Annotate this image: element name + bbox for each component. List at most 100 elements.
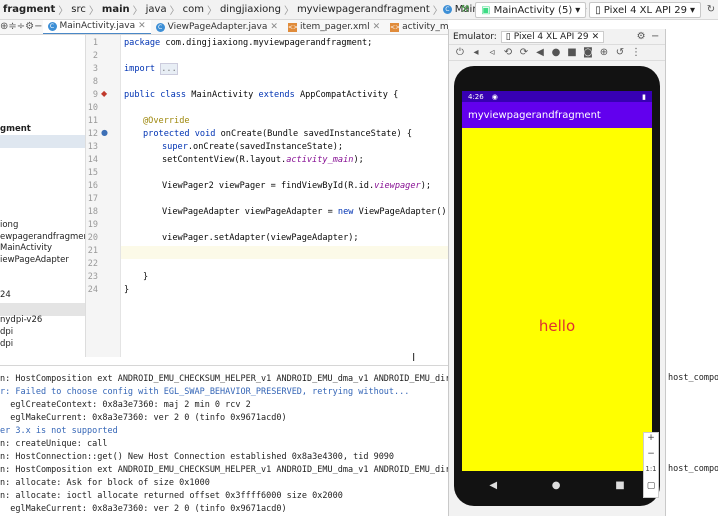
breadcrumb-separator: 〉: [169, 6, 180, 17]
tree-item[interactable]: nydpi-v26: [0, 315, 42, 325]
log-line: eglMakeCurrent: 0x8a3e7360: ver 2 0 (tin…: [0, 504, 287, 514]
java-class-icon: C: [47, 21, 57, 31]
split-icon[interactable]: ≑: [8, 20, 16, 34]
tree-item[interactable]: iong: [0, 220, 18, 230]
rotate-left-icon[interactable]: ⟲: [501, 46, 515, 60]
more-icon[interactable]: ⋮: [629, 46, 643, 60]
java-class-icon: C: [442, 5, 452, 14]
run-gutter-icon[interactable]: ◆: [101, 89, 107, 98]
line-number: 12: [87, 129, 98, 139]
close-icon[interactable]: ✕: [138, 21, 146, 31]
code-line-18: ViewPageAdapter viewPageAdapter = new Vi…: [162, 207, 448, 217]
breadcrumb-separator: 〉: [88, 6, 99, 17]
tree-item[interactable]: iewPageAdapter: [0, 255, 69, 265]
minimize-icon[interactable]: −: [34, 20, 42, 34]
code-line-20: viewPager.setAdapter(viewPageAdapter);: [162, 233, 359, 243]
zoom-out-button[interactable]: −: [644, 449, 658, 465]
code-token: new: [337, 207, 359, 217]
tree-item[interactable]: MainActivity: [0, 243, 52, 253]
status-bar: 4:26 ◉ ▮: [462, 91, 652, 102]
overview-icon[interactable]: ■: [615, 480, 624, 491]
code-token: ViewPageAdapter();: [358, 207, 448, 217]
line-number: 15: [87, 168, 98, 178]
snapshot-icon[interactable]: ↺: [613, 46, 627, 60]
rerun-icon[interactable]: ↻: [704, 3, 718, 17]
breadcrumb-separator: 〉: [206, 6, 217, 17]
log-line: r: Failed to choose config with EGL_SWAP…: [0, 387, 410, 397]
phone-nav-bar: ◀ ● ■: [462, 474, 652, 496]
tree-item[interactable]: gment: [0, 124, 31, 134]
breadcrumb-com[interactable]: com: [180, 4, 207, 15]
tree-item[interactable]: ewpagerandfragment: [0, 232, 85, 242]
code-token: );: [353, 155, 364, 165]
code-token: AppCompatActivity {: [299, 90, 399, 100]
run-configuration-label: MainActivity (5): [493, 4, 573, 16]
target-icon[interactable]: ⊕: [0, 20, 8, 34]
phone-screen[interactable]: 4:26 ◉ ▮ myviewpagerandfragment hello: [462, 91, 652, 471]
editor-tab-bar: ⊕ ≑ ÷ ⚙ − C MainActivity.java ✕ C ViewPageA…: [0, 20, 448, 35]
tab-activity-main[interactable]: <>activity_main.xml: [385, 20, 448, 34]
zoom-in-button[interactable]: +: [644, 433, 658, 449]
tree-item[interactable]: dpi: [0, 327, 13, 337]
tab-label: MainActivity.java: [59, 21, 136, 31]
line-number-gutter: 1 2 3 8 9 10 11 12 13 14 15 16 17 18 19 …: [86, 35, 121, 357]
line-number: 22: [87, 259, 98, 269]
breadcrumb-src[interactable]: src: [68, 4, 89, 15]
breadcrumb-dingjiaxiong[interactable]: dingjiaxiong: [217, 4, 284, 15]
code-token: ViewPageAdapter viewPageAdapter =: [162, 207, 338, 217]
folded-region[interactable]: ...: [160, 63, 178, 75]
breadcrumb-package[interactable]: myviewpagerandfragment: [294, 4, 433, 15]
power-icon[interactable]: ⏻: [453, 46, 467, 60]
log-line: n: HostConnection::get() New Host Connec…: [0, 452, 395, 462]
tab-item-pager[interactable]: <> item_pager.xml ✕: [283, 20, 385, 34]
gear-icon[interactable]: ⚙: [634, 30, 648, 44]
tab-viewpageadapter[interactable]: C ViewPageAdapter.java ✕: [151, 20, 283, 34]
run-configuration-select[interactable]: ▣ MainActivity (5) ▾: [475, 2, 587, 18]
device-select[interactable]: ▯ Pixel 4 XL API 29 ▾: [589, 2, 701, 18]
xml-file-icon: <>: [390, 22, 401, 32]
camera-icon[interactable]: ◙: [581, 46, 595, 60]
breadcrumb-fragment[interactable]: fragment: [0, 4, 58, 15]
tab-label: ViewPageAdapter.java: [167, 22, 268, 32]
breadcrumb-java[interactable]: java: [143, 4, 170, 15]
tab-mainactivity[interactable]: C MainActivity.java ✕: [42, 20, 151, 34]
code-line-23: }: [143, 272, 149, 282]
code-line-11: @Override: [143, 116, 190, 126]
breadcrumb-main[interactable]: main: [99, 4, 133, 15]
hammer-icon[interactable]: ⚒: [458, 3, 472, 17]
overview-icon[interactable]: ■: [565, 46, 579, 60]
volume-up-icon[interactable]: ◂: [469, 46, 483, 60]
device-tab[interactable]: ▯ Pixel 4 XL API 29 ✕: [500, 30, 605, 43]
logcat-panel: n: HostComposition ext ANDROID_EMU_CHECK…: [0, 365, 448, 516]
minimize-icon[interactable]: −: [648, 30, 662, 44]
gear-icon[interactable]: ⚙: [25, 20, 34, 34]
collapse-icon[interactable]: ÷: [17, 20, 25, 34]
line-number: 16: [87, 181, 98, 191]
tree-item[interactable]: dpi: [0, 339, 13, 349]
code-editor[interactable]: package com.dingjiaxiong.myviewpagerandf…: [121, 35, 448, 357]
log-line: n: HostComposition ext ANDROID_EMU_CHECK…: [0, 465, 448, 475]
home-icon[interactable]: ●: [549, 46, 563, 60]
override-gutter-icon[interactable]: ●: [101, 128, 108, 137]
line-number: 21: [87, 246, 98, 256]
app-title: myviewpagerandfragment: [468, 109, 601, 121]
rotate-right-icon[interactable]: ⟳: [517, 46, 531, 60]
emulator-panel: Emulator: ▯ Pixel 4 XL API 29 ✕ ⚙ − ⏻ ◂ ◃ …: [448, 29, 666, 516]
line-number: 1: [92, 38, 98, 48]
tree-item[interactable]: 24: [0, 290, 11, 300]
app-bar: myviewpagerandfragment: [462, 102, 652, 128]
close-icon[interactable]: ✕: [592, 32, 600, 42]
close-icon[interactable]: ✕: [373, 22, 381, 32]
close-icon[interactable]: ✕: [270, 22, 278, 32]
log-overflow: host_compos host_compos: [666, 370, 718, 516]
log-line: eglCreateContext: 0x8a3e7360: maj 2 min …: [0, 400, 251, 410]
zoom-ratio-button[interactable]: 1:1: [644, 465, 658, 481]
back-icon[interactable]: ◀: [489, 480, 497, 491]
project-panel: gment iong ewpagerandfragment MainActivi…: [0, 35, 86, 357]
zoom-icon[interactable]: ⊕: [597, 46, 611, 60]
back-icon[interactable]: ◀: [533, 46, 547, 60]
home-icon[interactable]: ●: [552, 480, 561, 491]
volume-down-icon[interactable]: ◃: [485, 46, 499, 60]
breadcrumb-separator: 〉: [283, 6, 294, 17]
fit-screen-icon[interactable]: ▢: [644, 481, 658, 497]
